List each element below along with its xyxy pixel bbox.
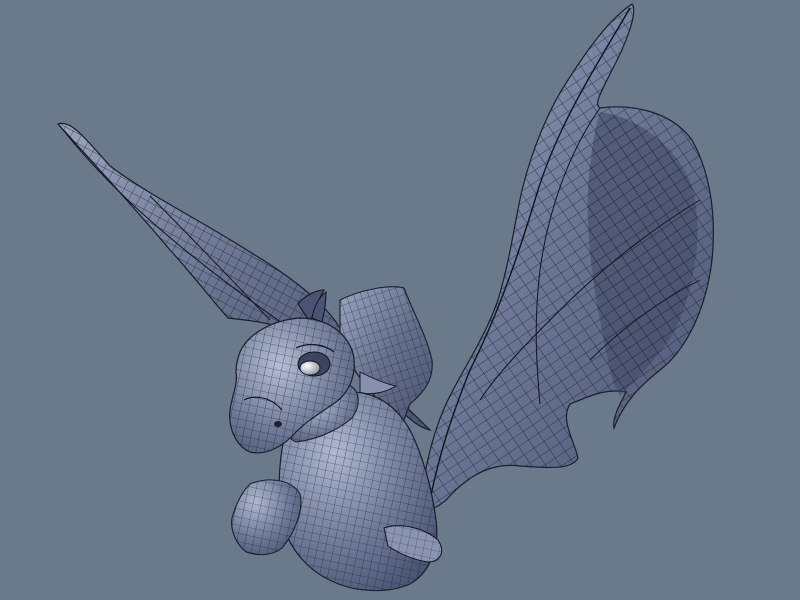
3d-viewport[interactable] (0, 0, 800, 600)
dragon-wireframe-render (0, 0, 800, 600)
eye-icon (299, 360, 321, 376)
nostril-icon (274, 421, 282, 427)
